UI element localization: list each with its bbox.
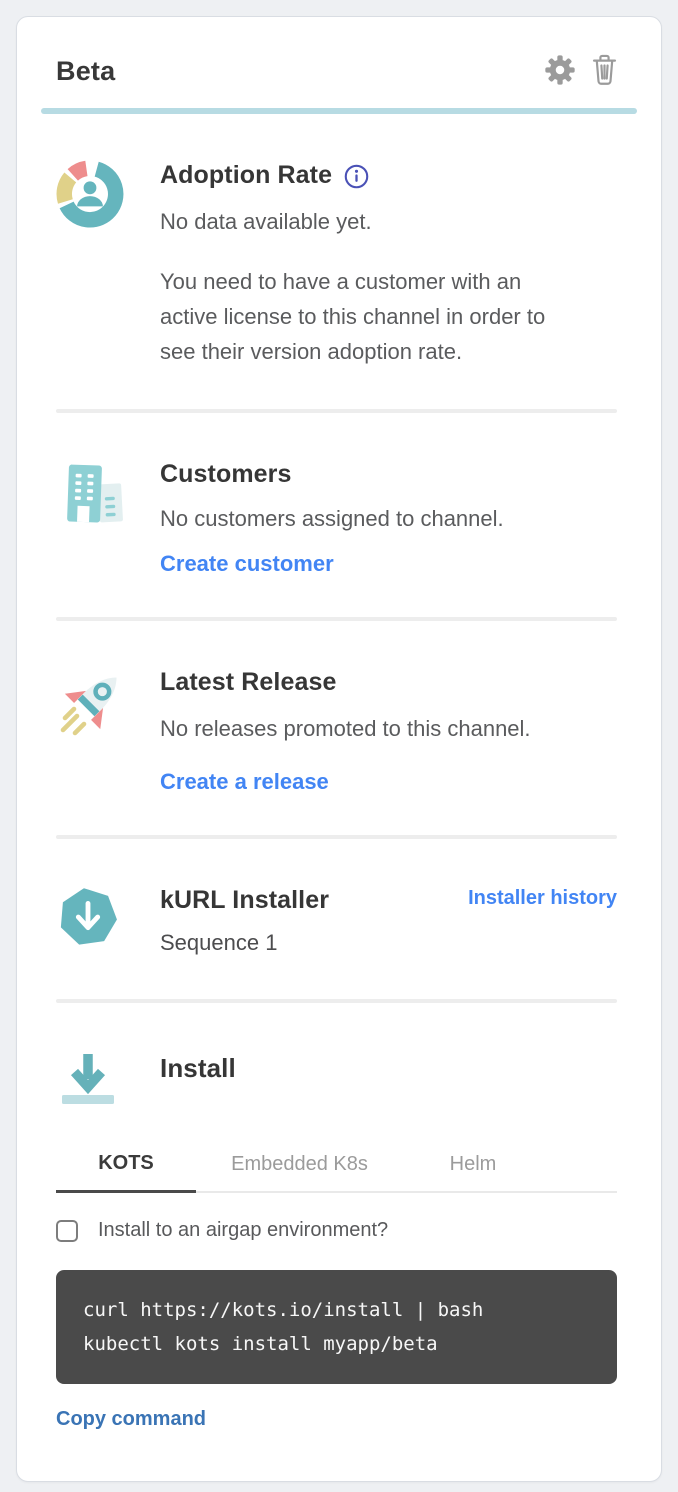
install-tabs: KOTS Embedded K8s Helm: [56, 1152, 617, 1193]
channel-name: Beta: [56, 56, 115, 87]
kurl-installer-title: kURL Installer: [160, 883, 329, 917]
airgap-checkbox[interactable]: [56, 1220, 78, 1242]
install-command-line: curl https://kots.io/install | bash: [83, 1293, 590, 1327]
customers-title: Customers: [160, 457, 617, 491]
install-command-block: curl https://kots.io/install | bash kube…: [56, 1270, 617, 1384]
customers-section: Customers No customers assigned to chann…: [56, 413, 617, 577]
install-section: Install: [56, 1003, 617, 1114]
customers-buildings-icon: [56, 514, 128, 531]
airgap-row: Install to an airgap environment?: [56, 1219, 617, 1242]
latest-release-empty-message: No releases promoted to this channel.: [160, 713, 617, 745]
tab-kots[interactable]: KOTS: [56, 1152, 196, 1193]
adoption-rate-hint: You need to have a customer with an acti…: [160, 264, 584, 369]
channel-card-header: Beta: [17, 17, 661, 89]
install-command-line: kubectl kots install myapp/beta: [83, 1327, 590, 1361]
latest-release-title: Latest Release: [160, 665, 617, 699]
installer-history-link[interactable]: Installer history: [468, 887, 617, 910]
kurl-installer-section: kURL Installer Installer history Sequenc…: [56, 839, 617, 959]
tab-embedded-k8s[interactable]: Embedded K8s: [196, 1152, 403, 1191]
channel-settings-button[interactable]: [544, 54, 576, 89]
gear-icon: [544, 54, 576, 89]
adoption-rate-empty-message: No data available yet.: [160, 206, 617, 238]
adoption-rate-title: Adoption Rate: [160, 158, 332, 192]
info-icon[interactable]: [344, 164, 369, 189]
create-customer-link[interactable]: Create customer: [160, 551, 334, 577]
copy-command-link[interactable]: Copy command: [56, 1408, 206, 1431]
channel-delete-button[interactable]: [590, 53, 619, 89]
installer-sequence: Sequence 1: [160, 927, 617, 959]
airgap-label[interactable]: Install to an airgap environment?: [98, 1219, 388, 1242]
tab-helm[interactable]: Helm: [403, 1152, 543, 1191]
channel-card: Beta: [16, 16, 662, 1482]
channel-actions: [544, 53, 619, 89]
create-release-link[interactable]: Create a release: [160, 769, 329, 795]
latest-release-section: Latest Release No releases promoted to t…: [56, 621, 617, 795]
download-icon: [56, 1096, 120, 1113]
adoption-rate-donut-icon: [56, 215, 124, 232]
rocket-icon: [56, 726, 132, 743]
trash-icon: [590, 53, 619, 89]
adoption-rate-section: Adoption Rate No data available yet. You…: [56, 114, 617, 369]
customers-empty-message: No customers assigned to channel.: [160, 503, 617, 535]
install-title: Install: [160, 1051, 617, 1085]
kurl-heptagon-download-icon: [56, 936, 120, 953]
